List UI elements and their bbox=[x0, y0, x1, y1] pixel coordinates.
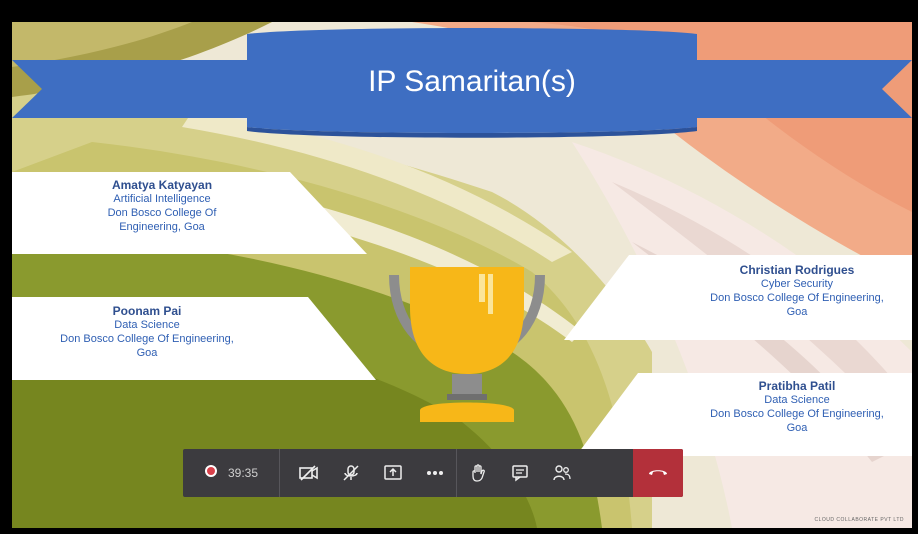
record-icon bbox=[204, 464, 218, 483]
person-college-line2: Goa bbox=[136, 347, 158, 359]
recording-time: 39:35 bbox=[227, 466, 259, 480]
mic-toggle-button[interactable] bbox=[330, 449, 372, 497]
person-field: Cyber Security bbox=[760, 278, 834, 290]
person-card-pratibha: Pratibha Patil Data Science Don Bosco Co… bbox=[682, 379, 912, 435]
hang-up-icon bbox=[647, 464, 669, 482]
slide-title: IP Samaritan(s) bbox=[368, 65, 576, 98]
raise-hand-button[interactable] bbox=[456, 449, 499, 497]
recording-indicator[interactable]: 39:35 bbox=[183, 449, 280, 497]
person-card-poonam: Poonam Pai Data Science Don Bosco Colleg… bbox=[22, 304, 272, 360]
more-options-button[interactable] bbox=[414, 449, 456, 497]
person-college: Don Bosco College Of Engineering, bbox=[710, 292, 884, 304]
mic-off-icon bbox=[342, 464, 360, 482]
participants-icon bbox=[552, 464, 572, 482]
footer-brand: CLOUD COLLABORATE PVT LTD bbox=[814, 517, 904, 523]
camera-toggle-button[interactable] bbox=[288, 449, 330, 497]
person-name: Christian Rodrigues bbox=[739, 263, 855, 277]
chat-icon bbox=[511, 464, 529, 482]
person-college: Don Bosco College Of Engineering, bbox=[710, 408, 884, 420]
person-field: Data Science bbox=[114, 319, 180, 331]
screen-frame: IP Samaritan(s) Amatya Katyayan Artifici… bbox=[0, 0, 918, 534]
participants-button[interactable] bbox=[541, 449, 583, 497]
chat-button[interactable] bbox=[499, 449, 541, 497]
meeting-toolbar: 39:35 bbox=[183, 449, 683, 497]
person-card-christian: Christian Rodrigues Cyber Security Don B… bbox=[682, 263, 912, 319]
person-college-line2: Goa bbox=[786, 422, 808, 434]
camera-off-icon bbox=[299, 465, 319, 481]
person-name: Poonam Pai bbox=[112, 304, 182, 318]
raise-hand-icon bbox=[469, 463, 487, 483]
share-screen-button[interactable] bbox=[372, 449, 414, 497]
person-college: Don Bosco College Of Engineering, bbox=[60, 333, 234, 345]
person-college-line2: Engineering, Goa bbox=[119, 221, 205, 233]
person-card-amatya: Amatya Katyayan Artificial Intelligence … bbox=[42, 178, 282, 234]
share-screen-icon bbox=[383, 464, 403, 482]
presentation-slide: IP Samaritan(s) Amatya Katyayan Artifici… bbox=[12, 22, 912, 528]
hang-up-button[interactable] bbox=[633, 449, 683, 497]
person-college-line2: Goa bbox=[786, 306, 808, 318]
person-name: Amatya Katyayan bbox=[111, 178, 213, 192]
person-field: Data Science bbox=[764, 394, 830, 406]
more-icon bbox=[426, 470, 444, 476]
person-name: Pratibha Patil bbox=[758, 379, 836, 393]
person-college: Don Bosco College Of bbox=[107, 207, 217, 219]
person-field: Artificial Intelligence bbox=[113, 193, 211, 205]
